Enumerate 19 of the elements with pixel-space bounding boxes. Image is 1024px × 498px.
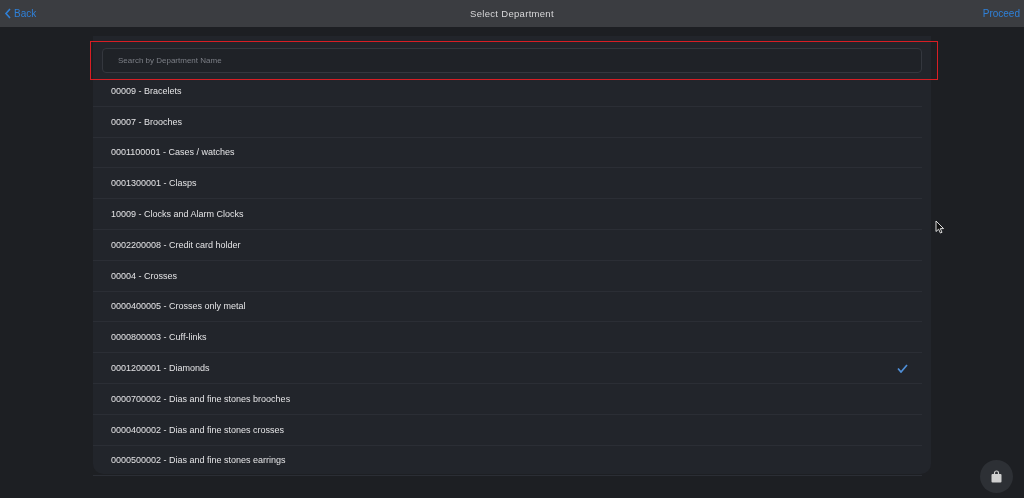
mouse-pointer-icon [935, 220, 944, 234]
department-row[interactable]: 0001300001 - Clasps [93, 168, 922, 200]
department-row[interactable]: 0001100001 - Cases / watches [93, 137, 922, 169]
department-row[interactable]: 0000700002 - Dias and fine stones brooches [93, 383, 922, 415]
department-row[interactable]: 0000400005 - Crosses only metal [93, 291, 922, 323]
search-field[interactable]: Search by Department Name [102, 48, 922, 73]
department-row[interactable]: 10009 - Clocks and Alarm Clocks [93, 199, 922, 230]
shopping-bag-button[interactable] [980, 460, 1013, 493]
department-row[interactable]: 0000500002 - Dias and fine stones earrings [93, 445, 922, 477]
department-row[interactable]: 00009 - Bracelets [93, 76, 922, 107]
shopping-bag-icon [990, 470, 1003, 483]
department-row[interactable]: 00004 - Crosses [93, 260, 922, 292]
department-row[interactable]: 0001200001 - Diamonds [93, 353, 922, 384]
department-row[interactable]: 0000800003 - Cuff-links [93, 322, 922, 354]
department-row[interactable]: 00007 - Brooches [93, 106, 922, 138]
department-row[interactable]: 0000400002 - Dias and fine stones crosses [93, 414, 922, 446]
screen-title: Select Department [470, 8, 554, 19]
chevron-left-icon [4, 8, 12, 19]
department-row[interactable]: 0002200008 - Credit card holder [93, 230, 922, 261]
